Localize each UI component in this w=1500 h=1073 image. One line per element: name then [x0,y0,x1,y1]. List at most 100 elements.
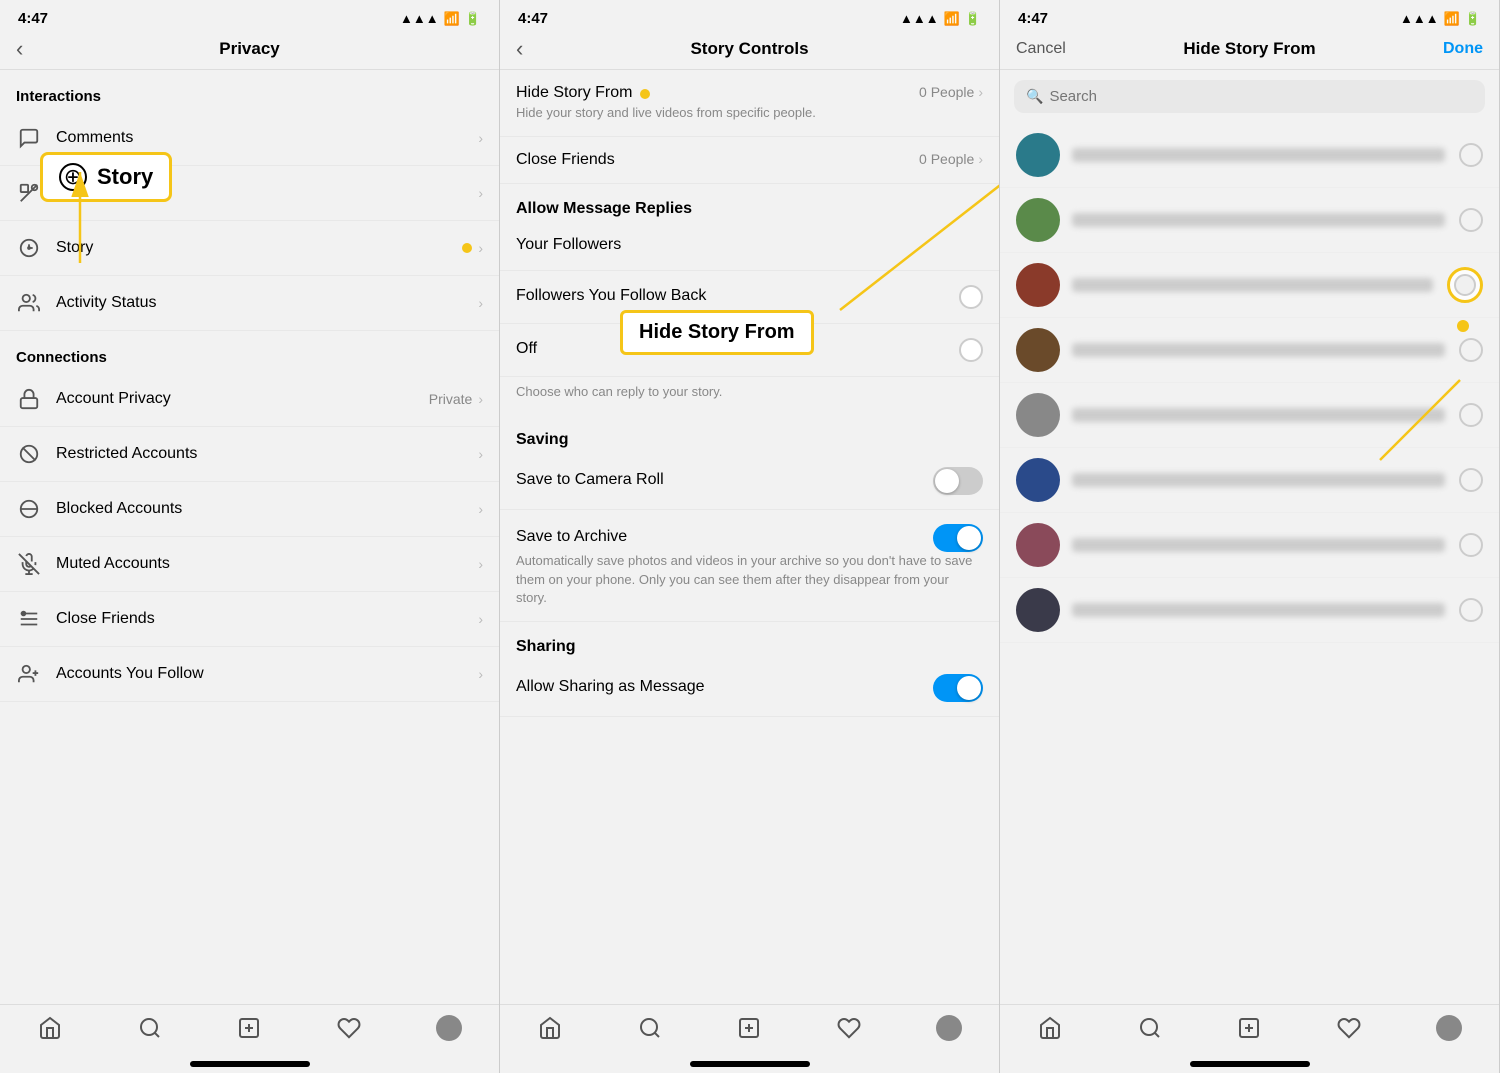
username [1072,538,1445,552]
select-radio-highlighted[interactable] [1447,267,1483,303]
panel3-yellow-dot-annotation [1457,320,1469,332]
tab-profile-2[interactable] [899,1015,999,1041]
signal-icon: ▲▲▲ [900,11,939,26]
mute-icon [16,551,42,577]
search-bar[interactable]: 🔍 [1014,80,1485,113]
close-friends-label: Close Friends [56,610,478,628]
hide-story-from-item[interactable]: Hide Story From Hide your story and live… [500,70,999,137]
hide-story-from-content: Hide Story From Hide your story and live… [516,84,911,122]
user-list-item[interactable] [1000,513,1499,578]
restricted-label: Restricted Accounts [56,445,478,463]
home-indicator-3 [1190,1061,1310,1067]
tab-home-2[interactable] [500,1016,600,1040]
back-button-2[interactable]: ‹ [516,36,523,62]
username [1072,278,1433,292]
option-your-followers[interactable]: Your Followers [500,222,999,271]
select-radio[interactable] [1459,338,1483,362]
privacy-item-accounts-follow[interactable]: Accounts You Follow › [0,647,499,702]
done-button[interactable]: Done [1443,40,1483,58]
username [1072,213,1445,227]
privacy-item-blocked[interactable]: Blocked Accounts › [0,482,499,537]
chevron-icon: › [478,556,483,572]
tab-add-2[interactable] [700,1016,800,1040]
select-radio[interactable] [1459,533,1483,557]
hide-story-count: 0 People [919,84,974,100]
chevron-icon: › [478,446,483,462]
tab-heart-2[interactable] [799,1016,899,1040]
chevron-icon: › [478,130,483,146]
story-yellow-dot [462,243,472,253]
save-camera-toggle[interactable] [933,467,983,495]
close-friends-item[interactable]: Close Friends 0 People › [500,137,999,184]
nav-title-1: Privacy [219,39,280,59]
tab-bar-1 [0,1004,499,1061]
nav-bar-2: ‹ Story Controls [500,33,999,69]
option-followers-follow-back[interactable]: Followers You Follow Back [500,271,999,324]
privacy-item-muted[interactable]: Muted Accounts › [0,537,499,592]
activity-icon [16,290,42,316]
save-archive-toggle[interactable] [933,524,983,552]
toggle-knob [957,526,981,550]
allow-sharing-toggle[interactable] [933,674,983,702]
nav-bar-1: ‹ Privacy [0,33,499,69]
save-archive-item[interactable]: Save to Archive Automatically save photo… [500,510,999,622]
tab-search-3[interactable] [1100,1016,1200,1040]
signal-icon: ▲▲▲ [400,11,439,26]
tag-icon [16,180,42,206]
story-plus-icon: ⊕ [59,163,87,191]
status-time-1: 4:47 [18,10,48,27]
tab-heart-1[interactable] [299,1016,399,1040]
block-icon [16,496,42,522]
chevron-icon: › [478,295,483,311]
save-camera-roll-item[interactable]: Save to Camera Roll [500,453,999,510]
user-list-item[interactable] [1000,123,1499,188]
tab-search-1[interactable] [100,1016,200,1040]
tab-add-3[interactable] [1200,1016,1300,1040]
user-list-item[interactable] [1000,253,1499,318]
select-radio[interactable] [1459,403,1483,427]
wifi-icon: 📶 [444,11,460,27]
allow-sharing-item[interactable]: Allow Sharing as Message [500,660,999,717]
save-archive-label: Save to Archive [516,528,933,546]
tab-home-3[interactable] [1000,1016,1100,1040]
save-camera-label: Save to Camera Roll [516,471,933,489]
blocked-label: Blocked Accounts [56,500,478,518]
select-radio[interactable] [1459,598,1483,622]
tab-search-2[interactable] [600,1016,700,1040]
avatar [1016,393,1060,437]
avatar [1016,588,1060,632]
cancel-button[interactable]: Cancel [1016,40,1066,58]
privacy-item-story[interactable]: Story › [0,221,499,276]
privacy-item-close-friends[interactable]: Close Friends › [0,592,499,647]
radio-off[interactable] [959,338,983,362]
user-list-item[interactable] [1000,448,1499,513]
select-radio[interactable] [1459,208,1483,232]
story-icon [16,235,42,261]
username [1072,603,1445,617]
privacy-item-account[interactable]: Account Privacy Private › [0,372,499,427]
back-button-1[interactable]: ‹ [16,36,23,62]
nav-bar-3: Cancel Hide Story From Done [1000,33,1499,69]
tab-heart-3[interactable] [1299,1016,1399,1040]
search-icon: 🔍 [1026,88,1043,105]
search-input[interactable] [1049,88,1473,105]
your-followers-label: Your Followers [516,236,983,254]
select-radio[interactable] [1459,143,1483,167]
privacy-item-activity[interactable]: Activity Status › [0,276,499,331]
battery-icon: 🔋 [465,11,481,27]
user-list-item[interactable] [1000,383,1499,448]
option-off[interactable]: Off [500,324,999,377]
radio-followers-follow-back[interactable] [959,285,983,309]
select-radio[interactable] [1459,468,1483,492]
tab-profile-3[interactable] [1399,1015,1499,1041]
user-list-item[interactable] [1000,318,1499,383]
tab-add-1[interactable] [200,1016,300,1040]
chevron-icon: › [478,501,483,517]
user-list-item[interactable] [1000,578,1499,643]
chevron-icon: › [478,611,483,627]
tab-profile-1[interactable] [399,1015,499,1041]
chevron-icon: › [478,240,483,256]
tab-home-1[interactable] [0,1016,100,1040]
user-list-item[interactable] [1000,188,1499,253]
privacy-item-restricted[interactable]: Restricted Accounts › [0,427,499,482]
